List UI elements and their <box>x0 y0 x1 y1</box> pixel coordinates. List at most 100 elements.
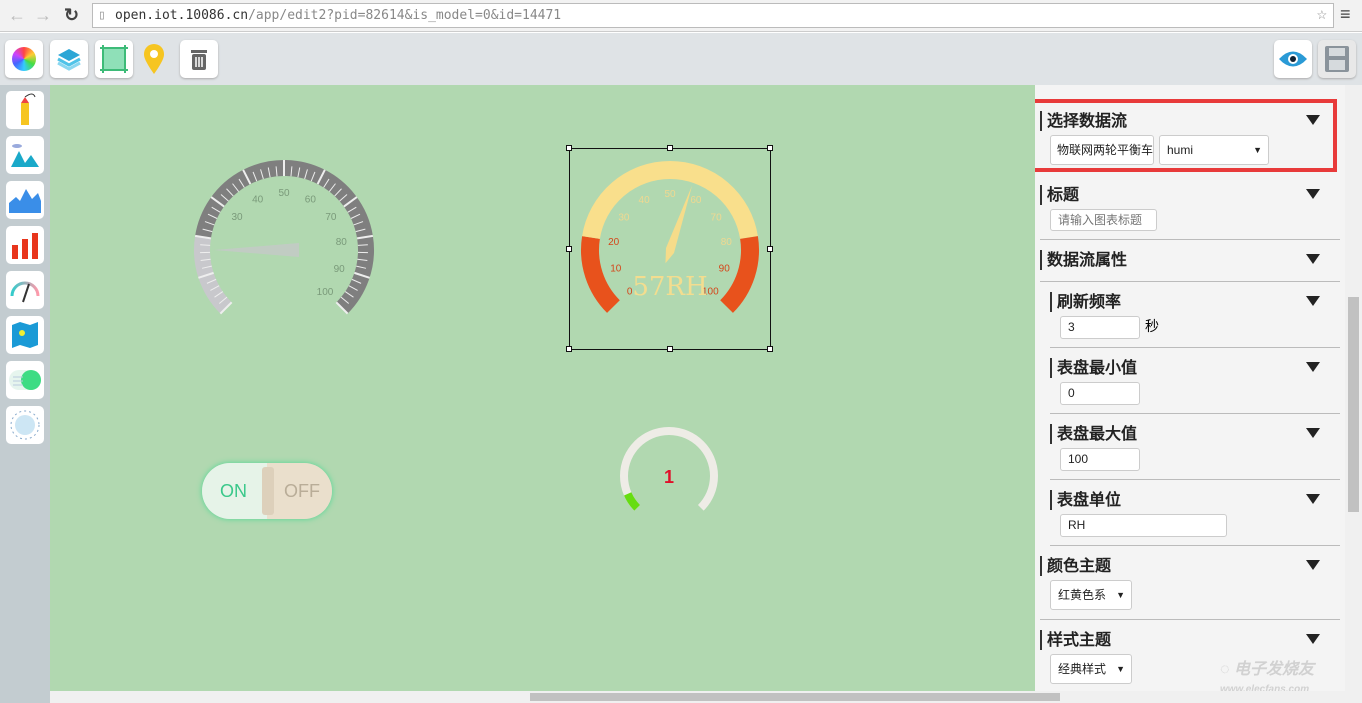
delete-button[interactable] <box>180 40 218 78</box>
resize-handle <box>566 145 572 151</box>
canvas-widgets: 30405060708090100 0102030405060708090100… <box>194 145 773 511</box>
max-input[interactable]: 100 <box>1060 448 1140 471</box>
on-off-switch[interactable]: ON OFF <box>202 463 332 519</box>
gauge-tick-label: 60 <box>305 194 317 205</box>
refresh-input[interactable]: 3 <box>1060 316 1140 339</box>
style-theme-value: 经典样式 <box>1058 662 1107 676</box>
vertical-scrollbar[interactable] <box>1345 85 1362 703</box>
gauge-icon <box>10 281 40 303</box>
stream-select[interactable]: humi <box>1159 135 1269 165</box>
text-tool-icon <box>21 93 36 125</box>
reload-icon[interactable]: ↻ <box>64 5 79 26</box>
map-widget-button[interactable] <box>6 316 44 354</box>
collapse-icon[interactable] <box>1306 115 1320 125</box>
color-theme-value: 红黄色系 <box>1058 588 1107 602</box>
min-input[interactable]: 0 <box>1060 382 1140 405</box>
bar-chart-widget-button[interactable] <box>6 226 44 264</box>
unit-input[interactable]: RH <box>1060 514 1227 537</box>
section-datastream: 选择数据流 物联网两轮平衡车 humi <box>1040 111 1340 171</box>
gauge-tick-label: 30 <box>232 212 244 223</box>
forward-icon[interactable]: → <box>34 5 52 26</box>
gauge-arc-light <box>194 235 232 314</box>
map-pin-icon <box>144 44 164 74</box>
gauge-tick <box>200 244 211 246</box>
resize-handle <box>566 346 572 352</box>
color-wheel-button[interactable] <box>5 40 43 78</box>
resize-handle <box>667 346 673 352</box>
gauge-widget-button[interactable] <box>6 271 44 309</box>
gauge-tick-label: 40 <box>252 194 264 205</box>
bookmark-star-icon[interactable]: ☆ <box>1317 3 1327 26</box>
section-title: 选择数据流 <box>1040 111 1340 131</box>
back-icon[interactable]: ← <box>8 5 26 26</box>
preview-button[interactable] <box>1274 40 1312 78</box>
section-title: 表盘最大值 <box>1050 424 1340 444</box>
scroll-thumb[interactable] <box>530 693 1060 701</box>
design-canvas[interactable]: 30 40 50 60 70 80 90 100 0 10 20 30 40 50 60 70 80 90 100… <box>50 85 1035 691</box>
gauge-readout: 57RH <box>632 272 707 302</box>
section-title: 样式主题 <box>1040 630 1340 650</box>
text-widget-button[interactable] <box>6 91 44 129</box>
gauge-tick-label: 20 <box>608 237 620 248</box>
section-refresh: 刷新频率 3 秒 <box>1050 292 1340 348</box>
collapse-icon[interactable] <box>1306 296 1320 306</box>
gauge-tick-label: 80 <box>721 237 733 248</box>
section-title: 表盘单位 <box>1050 490 1340 510</box>
area-chart-widget-button[interactable] <box>6 181 44 219</box>
map-icon <box>12 322 38 348</box>
trash-icon <box>191 50 207 70</box>
color-theme-select[interactable]: 红黄色系 <box>1050 580 1132 610</box>
collapse-icon[interactable] <box>1306 494 1320 504</box>
url-host: open.iot.10086.cn <box>115 8 249 23</box>
collapse-icon[interactable] <box>1306 189 1320 199</box>
gauge-tick-label: 70 <box>325 212 337 223</box>
switch-off-label: OFF <box>284 481 320 501</box>
frame-button[interactable] <box>95 40 133 78</box>
gauge-tick-label: 50 <box>278 188 290 199</box>
scroll-thumb[interactable] <box>1348 297 1359 512</box>
frame-icon <box>100 45 128 73</box>
knob-widget-button[interactable] <box>6 406 44 444</box>
gauge-tick-label: 70 <box>711 212 723 223</box>
section-title: 标题 <box>1040 185 1340 205</box>
ring-fill <box>624 492 641 511</box>
collapse-icon[interactable] <box>1306 254 1320 264</box>
switch-handle[interactable] <box>262 467 274 515</box>
layers-icon <box>57 49 81 71</box>
style-theme-select[interactable]: 经典样式 <box>1050 654 1132 684</box>
gauge-tick-label: 50 <box>664 189 676 200</box>
switch-widget-button[interactable] <box>6 361 44 399</box>
gauge-widget-left[interactable]: 30 40 50 60 70 80 90 100 <box>194 160 374 315</box>
gauge-needle <box>214 243 299 257</box>
address-bar[interactable]: ▯ open.iot.10086.cn/app/edit2?pid=82614&… <box>92 3 1334 28</box>
section-title: 颜色主题 <box>1040 556 1340 576</box>
device-select[interactable]: 物联网两轮平衡车 <box>1050 135 1154 165</box>
resize-handle <box>767 145 773 151</box>
section-title: 刷新频率 <box>1050 292 1340 312</box>
gauge-tick-label: 90 <box>719 264 731 275</box>
image-widget-button[interactable] <box>6 136 44 174</box>
bar-chart-icon <box>12 233 38 259</box>
layers-button[interactable] <box>50 40 88 78</box>
collapse-icon[interactable] <box>1306 560 1320 570</box>
url-path: /app/edit2?pid=82614&is_model=0&id=14471 <box>248 8 562 23</box>
collapse-icon[interactable] <box>1306 634 1320 644</box>
gauge-tick-label: 100 <box>317 287 334 298</box>
collapse-icon[interactable] <box>1306 428 1320 438</box>
gauge-tick-label: 60 <box>690 195 702 206</box>
menu-icon[interactable]: ≡ <box>1340 4 1351 25</box>
gauge-normal-arc <box>582 161 758 240</box>
chart-title-input[interactable] <box>1050 209 1157 231</box>
section-min: 表盘最小值 0 <box>1050 358 1340 414</box>
save-button[interactable] <box>1318 40 1356 78</box>
collapse-icon[interactable] <box>1306 362 1320 372</box>
resize-handle <box>767 346 773 352</box>
color-wheel-icon <box>12 47 36 71</box>
location-button[interactable] <box>136 40 174 78</box>
stream-select-value: humi <box>1167 143 1194 157</box>
horizontal-scrollbar[interactable] <box>50 691 1345 703</box>
image-icon <box>11 144 39 167</box>
section-stream-props: 数据流属性 <box>1040 250 1340 282</box>
switch-icon <box>9 370 41 390</box>
gauge-tick-label: 80 <box>336 237 348 248</box>
